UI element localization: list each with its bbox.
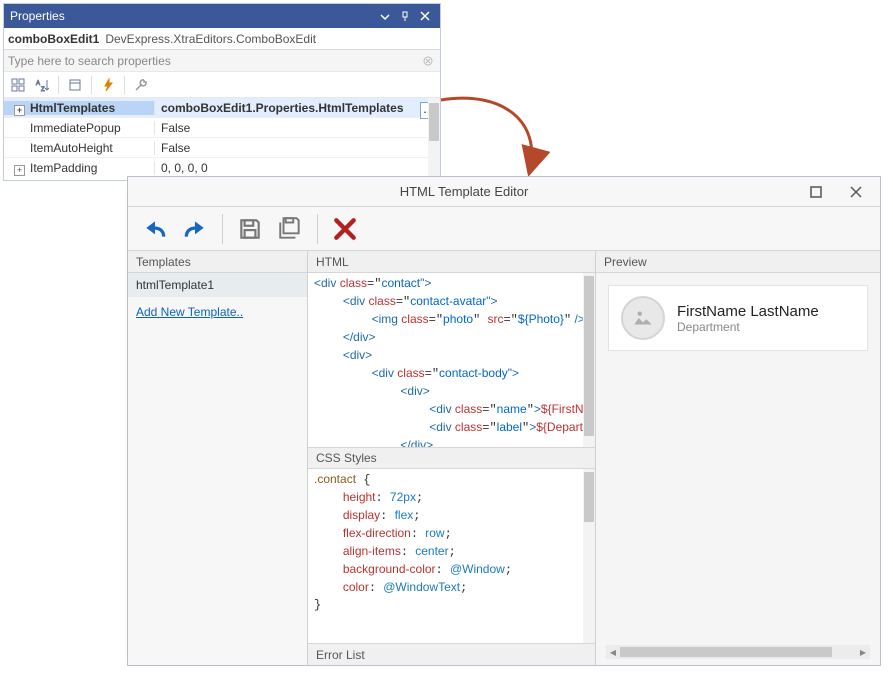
editor-toolbar [128, 207, 880, 251]
undo-button[interactable] [138, 212, 172, 246]
templates-pane: Templates htmlTemplate1 Add New Template… [128, 251, 308, 665]
property-row-itempadding[interactable]: + ItemPadding 0, 0, 0, 0 [4, 158, 440, 176]
toolbar-divider [222, 214, 223, 244]
scrollbar-thumb[interactable] [620, 647, 832, 657]
delete-button[interactable] [328, 212, 362, 246]
redo-button[interactable] [178, 212, 212, 246]
css-header: CSS Styles [308, 447, 595, 469]
property-name: HtmlTemplates [30, 101, 115, 115]
editor-body: Templates htmlTemplate1 Add New Template… [128, 251, 880, 665]
object-type: DevExpress.XtraEditors.ComboBoxEdit [105, 32, 316, 46]
editor-titlebar[interactable]: HTML Template Editor [128, 177, 880, 207]
close-icon[interactable] [416, 7, 434, 25]
property-row-itemautoheight[interactable]: ItemAutoHeight False [4, 138, 440, 158]
html-editor[interactable]: <div class="contact"> <div class="contac… [308, 273, 595, 447]
properties-toolbar: AZ [4, 72, 440, 98]
preview-pane: Preview FirstName LastName Department ◀ … [596, 251, 880, 665]
property-name: ItemAutoHeight [30, 141, 113, 155]
property-name: ImmediatePopup [30, 121, 121, 135]
property-row-immediatepopup[interactable]: ImmediatePopup False [4, 118, 440, 138]
properties-window: Properties comboBoxEdit1 DevExpress.Xtra… [3, 3, 441, 181]
close-icon[interactable] [836, 179, 876, 205]
clear-search-icon[interactable] [420, 53, 436, 69]
search-placeholder: Type here to search properties [8, 54, 420, 68]
property-search[interactable]: Type here to search properties [4, 50, 440, 72]
wrench-icon[interactable] [131, 75, 151, 95]
css-editor[interactable]: .contact { height: 72px; display: flex; … [308, 469, 595, 643]
horizontal-scrollbar[interactable]: ◀ ▶ [606, 645, 870, 659]
svg-text:Z: Z [41, 87, 45, 92]
preview-body: FirstName LastName Department ◀ ▶ [596, 273, 880, 665]
alphabetical-icon[interactable]: AZ [32, 75, 52, 95]
preview-contact-card: FirstName LastName Department [608, 285, 868, 351]
preview-department: Department [677, 320, 819, 334]
object-selector[interactable]: comboBoxEdit1 DevExpress.XtraEditors.Com… [4, 28, 440, 50]
templates-header: Templates [128, 251, 307, 273]
preview-name: FirstName LastName [677, 303, 819, 320]
html-template-editor-window: HTML Template Editor Templates htmlTempl… [127, 176, 881, 666]
toolbar-divider [91, 76, 92, 94]
add-template-link[interactable]: Add New Template.. [128, 297, 307, 327]
property-value: comboBoxEdit1.Properties.HtmlTemplates [161, 101, 404, 115]
property-value: False [161, 141, 190, 155]
properties-titlebar[interactable]: Properties [4, 4, 440, 28]
toolbar-divider [124, 76, 125, 94]
center-pane: HTML <div class="contact"> <div class="c… [308, 251, 596, 665]
categorized-icon[interactable] [8, 75, 28, 95]
svg-text:A: A [36, 81, 40, 87]
maximize-icon[interactable] [796, 179, 836, 205]
scrollbar-thumb[interactable] [429, 103, 439, 141]
toolbar-divider [58, 76, 59, 94]
preview-header: Preview [596, 251, 880, 273]
error-list-header[interactable]: Error List [308, 643, 595, 665]
property-row-htmltemplates[interactable]: + HtmlTemplates comboBoxEdit1.Properties.… [4, 98, 440, 118]
property-pages-icon[interactable] [65, 75, 85, 95]
pin-icon[interactable] [396, 7, 414, 25]
expand-icon[interactable]: + [14, 165, 25, 176]
property-value: 0, 0, 0, 0 [161, 161, 208, 175]
avatar-placeholder-icon [621, 296, 665, 340]
property-value: False [161, 121, 190, 135]
template-item[interactable]: htmlTemplate1 [128, 273, 307, 297]
property-name: ItemPadding [30, 161, 97, 175]
editor-title: HTML Template Editor [132, 184, 796, 199]
object-name: comboBoxEdit1 [8, 32, 99, 46]
events-icon[interactable] [98, 75, 118, 95]
save-all-button[interactable] [273, 212, 307, 246]
scroll-left-icon[interactable]: ◀ [606, 645, 620, 659]
save-button[interactable] [233, 212, 267, 246]
expand-icon[interactable]: + [14, 105, 25, 116]
toolbar-divider [317, 214, 318, 244]
scrollbar[interactable] [428, 98, 440, 176]
property-grid: + HtmlTemplates comboBoxEdit1.Properties.… [4, 98, 440, 176]
scroll-right-icon[interactable]: ▶ [856, 645, 870, 659]
window-menu-icon[interactable] [376, 7, 394, 25]
html-header: HTML [308, 251, 595, 273]
properties-title: Properties [10, 9, 374, 23]
